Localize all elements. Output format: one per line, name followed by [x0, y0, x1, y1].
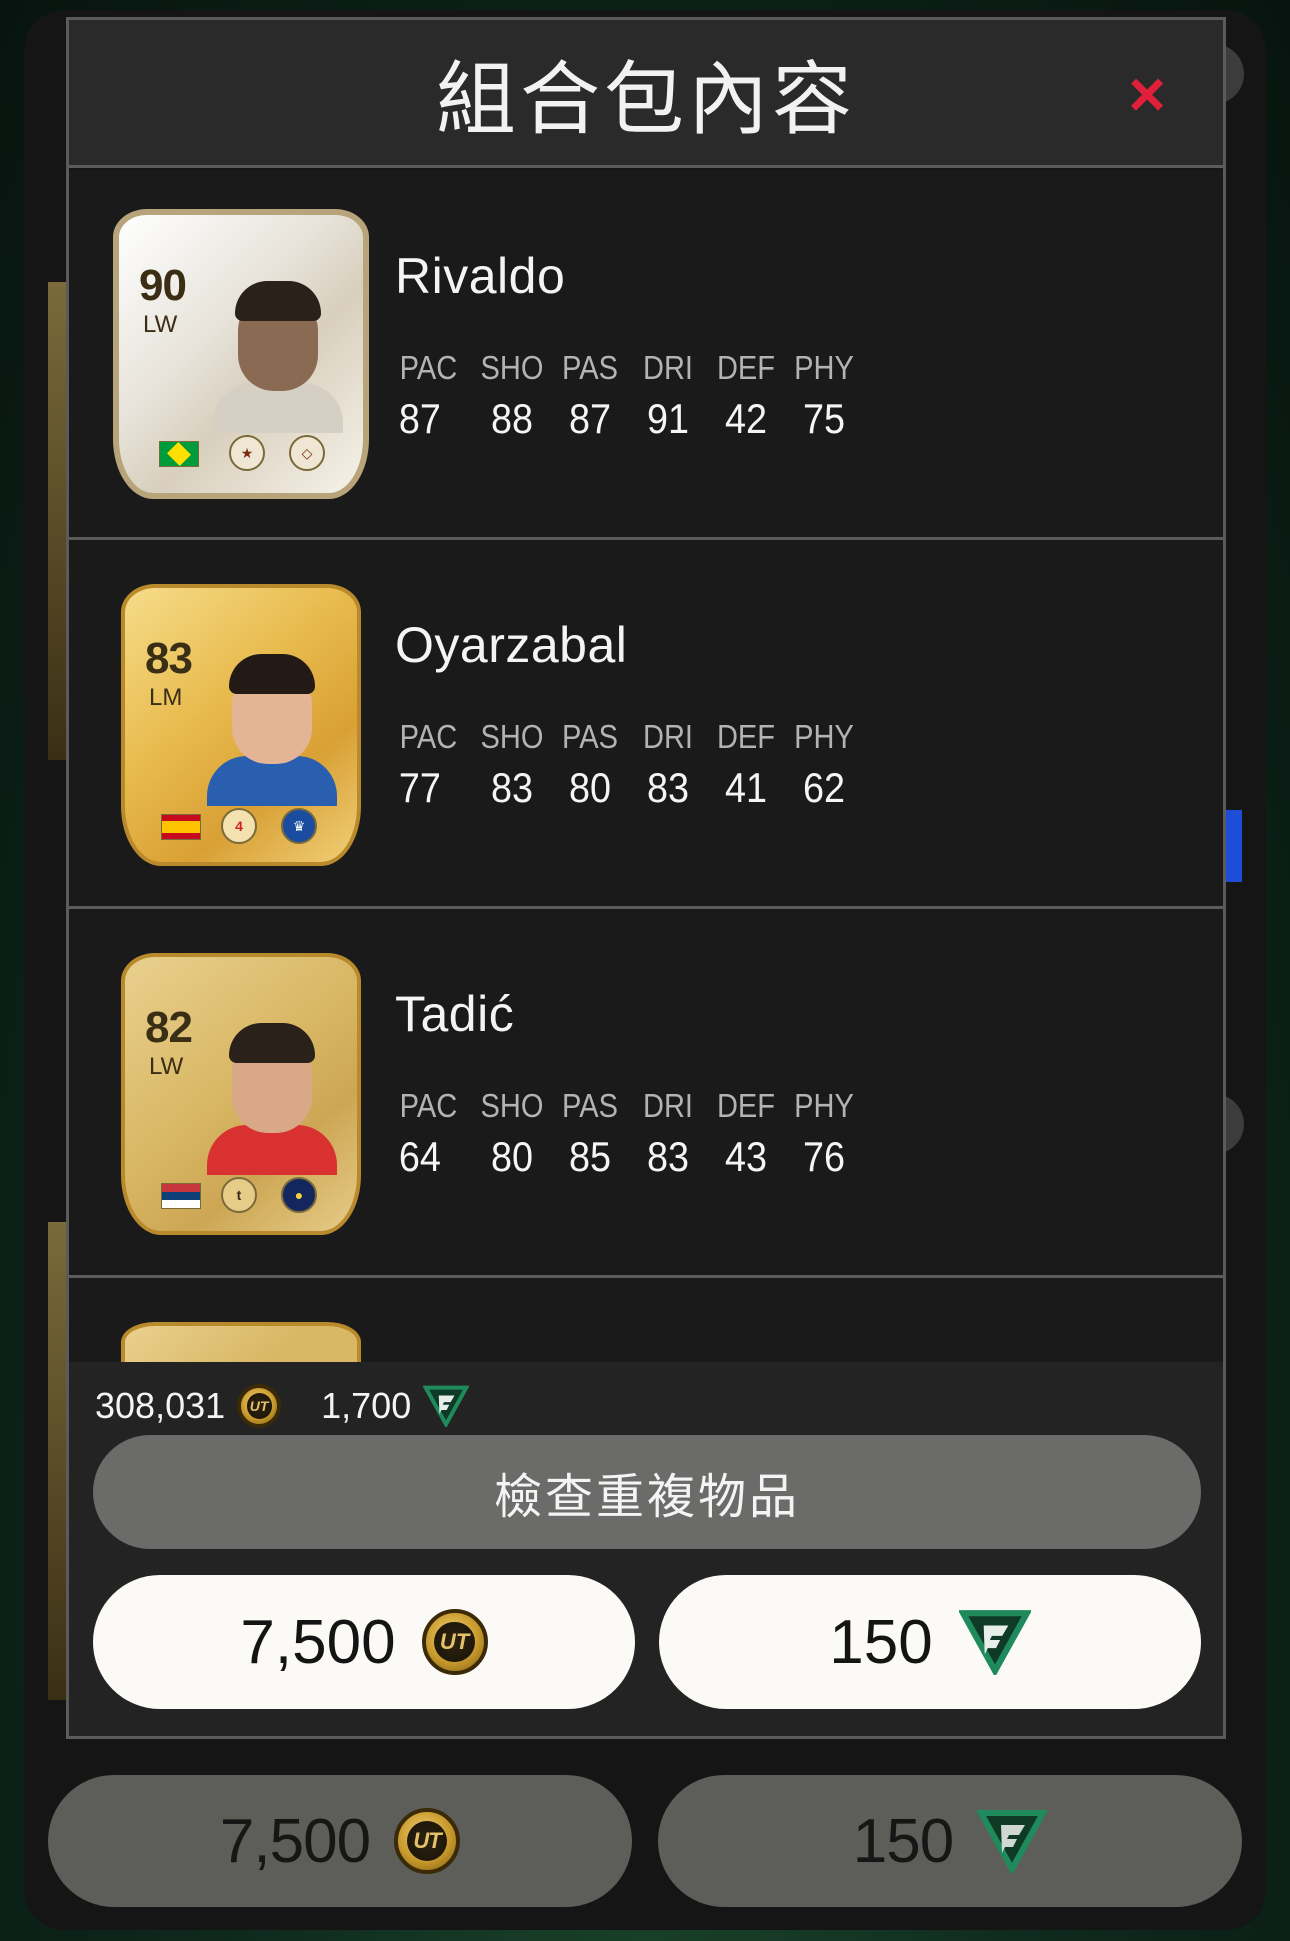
ut-coin-icon: UT: [237, 1384, 282, 1428]
modal-header: 組合包內容 ×: [69, 20, 1223, 168]
player-portrait: [207, 646, 337, 806]
stat-label: DEF: [716, 1087, 776, 1124]
card-position: LW: [149, 1053, 184, 1080]
buy-points-price: 150: [829, 1607, 933, 1677]
stat-label: PHY: [794, 1087, 854, 1124]
stat-label: DRI: [642, 349, 694, 386]
stat-label: PAC: [399, 718, 458, 755]
player-portrait: [207, 1015, 337, 1175]
buy-options: 7,500 UT 150: [93, 1575, 1201, 1709]
ut-coin-icon: UT: [421, 1609, 488, 1675]
icon-badge-icon: ★: [229, 435, 265, 471]
league-badge-icon: t: [221, 1177, 257, 1213]
stat-value: 80: [490, 1133, 534, 1180]
stat-value: 75: [802, 395, 846, 442]
player-card[interactable]: 82 LW t ●: [121, 953, 361, 1235]
stat-label: PHY: [794, 349, 854, 386]
stat-value: 64: [398, 1133, 441, 1180]
check-duplicates-button[interactable]: 檢查重複物品: [93, 1435, 1201, 1549]
stat-label: DRI: [642, 718, 694, 755]
player-list: 90 LW ★ ◇ Rivaldo PAC 87 SHO 88 PAS 87 DRI 9…: [69, 171, 1223, 1382]
spain-flag-icon: [161, 814, 201, 840]
stat-value: 83: [490, 764, 534, 811]
stat-label: PHY: [794, 718, 854, 755]
currency-balance: 308,031 UT 1,700: [95, 1384, 470, 1428]
coin-balance: 308,031: [95, 1385, 226, 1426]
stat-value: 91: [646, 395, 690, 442]
modal-footer: 308,031 UT 1,700 檢查重複物品 7,500 UT 150: [69, 1362, 1223, 1736]
fc-points-icon: [958, 1609, 1031, 1675]
stat-label: DEF: [716, 349, 776, 386]
background-buy-points-button: 150: [658, 1775, 1242, 1907]
background-buy-coins-button: 7,500 UT: [48, 1775, 632, 1907]
buy-with-points-button[interactable]: 150: [659, 1575, 1201, 1709]
player-card[interactable]: 90 LW ★ ◇: [113, 209, 369, 499]
stat-label: DEF: [716, 718, 776, 755]
stat-label: PAC: [399, 349, 458, 386]
serbia-flag-icon: [161, 1183, 201, 1209]
stat-label: PAC: [399, 1087, 458, 1124]
background-buy-coins-label: 7,500: [219, 1806, 371, 1876]
card-rating: 90: [139, 261, 187, 310]
player-row[interactable]: 82 LW t ● Tadić PAC 64 SHO 80 PAS 85 DRI 83 …: [69, 909, 1223, 1278]
stat-value: 77: [398, 764, 441, 811]
close-icon[interactable]: ×: [1115, 62, 1179, 126]
stat-label: DRI: [642, 1087, 694, 1124]
player-card[interactable]: 83 LM 4 ♛: [121, 584, 361, 866]
brazil-flag-icon: [159, 441, 199, 467]
player-name: Tadić: [395, 986, 515, 1042]
player-stats: PAC 64 SHO 80 PAS 85 DRI 83 DEF 43 PHY 76: [395, 1087, 863, 1181]
buy-with-coins-button[interactable]: 7,500 UT: [93, 1575, 635, 1709]
pack-contents-modal: 組合包內容 × 90 LW ★ ◇ Rivaldo PAC 87 SHO 88: [66, 17, 1226, 1739]
stat-value: 85: [568, 1133, 612, 1180]
club-badge-icon: ◇: [289, 435, 325, 471]
club-badge-icon: ♛: [281, 808, 317, 844]
background-card-edge: [48, 1222, 66, 1700]
buy-coins-price: 7,500: [240, 1607, 396, 1677]
stat-value: 80: [568, 764, 612, 811]
league-badge-icon: 4: [221, 808, 257, 844]
player-row[interactable]: 90 LW ★ ◇ Rivaldo PAC 87 SHO 88 PAS 87 DRI 9…: [69, 171, 1223, 540]
stat-label: SHO: [480, 1087, 544, 1124]
club-badge-icon: ●: [281, 1177, 317, 1213]
stat-value: 76: [802, 1133, 846, 1180]
background-buy-row: 7,500 UT 150: [48, 1775, 1242, 1907]
stat-value: 83: [646, 764, 690, 811]
fc-points-icon: [977, 1809, 1048, 1873]
stat-value: 83: [646, 1133, 690, 1180]
stat-label: SHO: [480, 718, 544, 755]
card-rating: 83: [145, 634, 193, 683]
points-balance: 1,700: [321, 1385, 412, 1426]
card-position: LW: [143, 311, 178, 338]
card-position: LM: [149, 684, 183, 711]
stat-value: 62: [802, 764, 846, 811]
card-rating: 82: [145, 1003, 193, 1052]
player-row[interactable]: 83 LM 4 ♛ Oyarzabal PAC 77 SHO 83 PAS 80 DR…: [69, 540, 1223, 909]
player-portrait: [213, 273, 343, 433]
stat-value: 87: [398, 395, 441, 442]
stat-label: PAS: [562, 1087, 618, 1124]
modal-title: 組合包內容: [436, 52, 856, 146]
stat-value: 87: [568, 395, 612, 442]
stat-value: 41: [724, 764, 768, 811]
player-name: Rivaldo: [395, 248, 566, 304]
fc-points-icon: [423, 1385, 470, 1427]
stat-value: 88: [490, 395, 534, 442]
stat-label: PAS: [562, 718, 618, 755]
player-stats: PAC 77 SHO 83 PAS 80 DRI 83 DEF 41 PHY 62: [395, 718, 863, 812]
background-card-edge: [48, 282, 66, 760]
stat-value: 43: [724, 1133, 768, 1180]
ut-coin-icon: UT: [394, 1808, 461, 1874]
background-buy-points-label: 150: [852, 1806, 954, 1876]
player-name: Oyarzabal: [395, 617, 628, 673]
stat-value: 42: [724, 395, 768, 442]
player-stats: PAC 87 SHO 88 PAS 87 DRI 91 DEF 42 PHY 75: [395, 349, 863, 443]
stat-label: SHO: [480, 349, 544, 386]
stat-label: PAS: [562, 349, 618, 386]
